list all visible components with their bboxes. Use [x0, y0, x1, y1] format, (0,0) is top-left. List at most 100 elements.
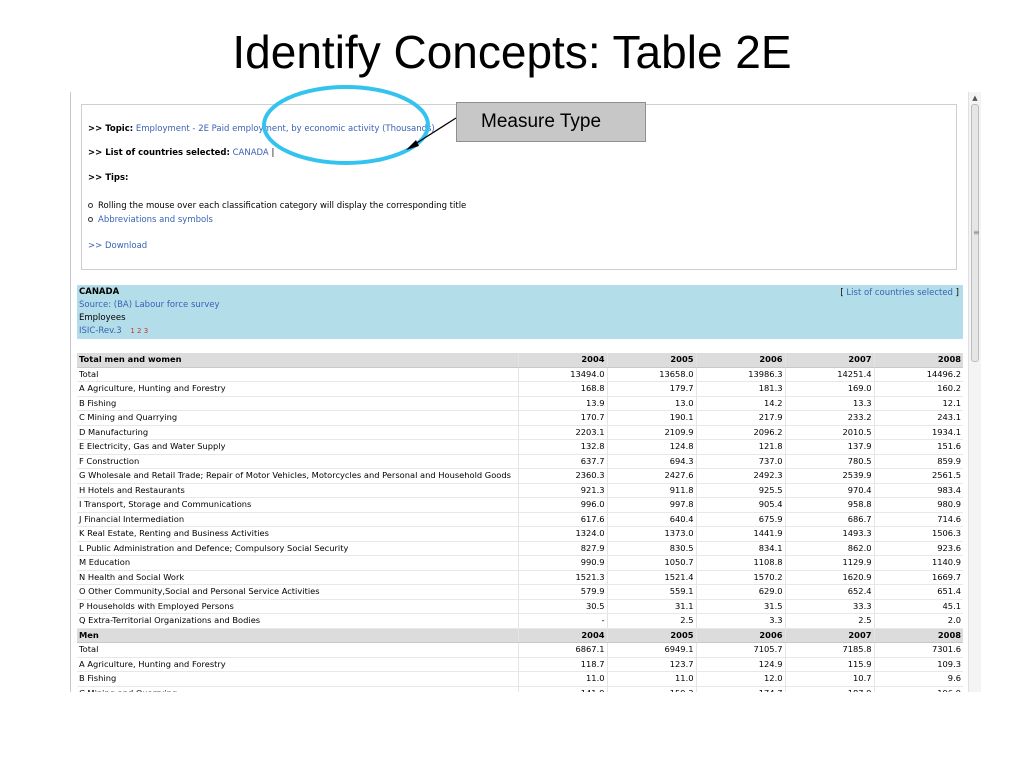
table-row: Total 6867.1 6949.1 7105.7 7185.8 7301.6 [77, 642, 963, 658]
value-cell: 2109.9 [606, 425, 696, 440]
value-cell: 7185.8 [784, 642, 874, 658]
row-label: Q Extra-Territorial Organizations and Bo… [77, 613, 518, 629]
value-cell: 640.4 [606, 512, 696, 527]
section-label: Men [77, 628, 518, 643]
data-table: Total men and women 2004 2005 2006 2007 2008 T… [77, 353, 963, 692]
value-cell: 980.9 [873, 497, 963, 513]
abbreviations-link[interactable]: Abbreviations and symbols [98, 215, 213, 225]
value-cell: 1493.3 [784, 526, 874, 542]
value-cell: 834.1 [695, 541, 785, 556]
page-content: >> Topic: Employment - 2E Paid employmen… [70, 92, 965, 692]
value-cell: 1934.1 [873, 425, 963, 440]
value-cell: 1140.9 [873, 555, 963, 571]
row-label: Total [77, 367, 518, 382]
value-cell: 30.5 [517, 599, 607, 614]
row-label: B Fishing [77, 671, 518, 687]
value-cell: 190.1 [606, 410, 696, 426]
year-header-cell: 2008 [873, 353, 963, 368]
table-row: D Manufacturing 2203.1 2109.9 2096.2 2010.5 1… [77, 425, 963, 440]
value-cell: 983.4 [873, 483, 963, 498]
year-header-cell: 2008 [873, 628, 963, 643]
download-line: >> Download [88, 240, 147, 252]
value-cell: 7301.6 [873, 642, 963, 658]
bullet-icon [88, 217, 93, 222]
value-cell: - [517, 613, 607, 629]
value-cell: 6867.1 [517, 642, 607, 658]
value-cell: 1570.2 [695, 570, 785, 585]
topic-link[interactable]: Employment - 2E Paid employment, by econ… [136, 124, 435, 134]
table-row: A Agriculture, Hunting and Forestry 168.8… [77, 381, 963, 397]
value-cell: 115.9 [784, 657, 874, 672]
value-cell: 2.0 [873, 613, 963, 629]
table-row: J Financial Intermediation 617.6 640.4 675.… [77, 512, 963, 527]
value-cell: 737.0 [695, 454, 785, 469]
value-cell: 118.7 [517, 657, 607, 672]
value-cell: 6949.1 [606, 642, 696, 658]
value-cell: 2203.1 [517, 425, 607, 440]
vertical-scrollbar[interactable]: ▲ ≡ [968, 92, 981, 692]
value-cell: 1108.8 [695, 555, 785, 571]
value-cell: 179.7 [606, 381, 696, 397]
value-cell: 1373.0 [606, 526, 696, 542]
value-cell: 160.2 [873, 381, 963, 397]
value-cell: 217.9 [695, 410, 785, 426]
year-header-cell: 2007 [784, 628, 874, 643]
row-label: C Mining and Quarrying [77, 410, 518, 426]
value-cell: 958.8 [784, 497, 874, 513]
value-cell: 970.4 [784, 483, 874, 498]
scroll-up-arrow-icon[interactable]: ▲ [969, 94, 981, 102]
value-cell: 827.9 [517, 541, 607, 556]
value-cell: 651.4 [873, 584, 963, 600]
measure-label: Employees [79, 313, 126, 323]
value-cell: 2010.5 [784, 425, 874, 440]
value-cell: 2360.3 [517, 468, 607, 484]
tip-item-rollover: Rolling the mouse over each classificati… [88, 200, 466, 212]
row-label: F Construction [77, 454, 518, 469]
year-header-cell: 2005 [606, 353, 696, 368]
tips-line: >> Tips: [88, 172, 128, 184]
value-cell: 990.9 [517, 555, 607, 571]
value-cell: 1521.3 [517, 570, 607, 585]
list-countries-selected: [ List of countries selected ] [840, 287, 959, 299]
scroll-thumb[interactable]: ≡ [971, 104, 980, 362]
row-label: K Real Estate, Renting and Business Acti… [77, 526, 518, 542]
measure-type-callout: Measure Type [456, 102, 646, 142]
year-header-cell: 2004 [517, 353, 607, 368]
table-row: K Real Estate, Renting and Business Acti… [77, 526, 963, 542]
year-header-cell: 2006 [695, 628, 785, 643]
value-cell: 151.6 [873, 439, 963, 455]
table-section-header: Total men and women 2004 2005 2006 2007 2008 [77, 353, 963, 368]
row-label: P Households with Employed Persons [77, 599, 518, 614]
row-label: C Mining and Quarrying [77, 686, 518, 692]
table-row: B Fishing 13.9 13.0 14.2 13.3 12.1 [77, 396, 963, 411]
source-link[interactable]: Source: (BA) Labour force survey [79, 300, 220, 310]
table-row: A Agriculture, Hunting and Forestry 118.7… [77, 657, 963, 672]
download-link[interactable]: >> Download [88, 241, 147, 251]
value-cell: 13658.0 [606, 367, 696, 382]
table-row: Q Extra-Territorial Organizations and Bo… [77, 613, 963, 629]
table-section-header: Men 2004 2005 2006 2007 2008 [77, 628, 963, 643]
value-cell: 923.6 [873, 541, 963, 556]
value-cell: 579.9 [517, 584, 607, 600]
footnote-links[interactable]: 1 2 3 [130, 327, 148, 335]
bracket-close: ] [955, 288, 959, 298]
value-cell: 1050.7 [606, 555, 696, 571]
year-header-cell: 2005 [606, 628, 696, 643]
slide-title: Identify Concepts: Table 2E [232, 26, 792, 78]
table-row: N Health and Social Work 1521.3 1521.4 1570… [77, 570, 963, 585]
value-cell: 559.1 [606, 584, 696, 600]
classification-link[interactable]: ISIC-Rev.3 [79, 326, 122, 336]
list-countries-link[interactable]: List of countries selected [846, 288, 953, 298]
value-cell: 13.0 [606, 396, 696, 411]
table-row: B Fishing 11.0 11.0 12.0 10.7 9.6 [77, 671, 963, 687]
value-cell: 12.1 [873, 396, 963, 411]
value-cell: 132.8 [517, 439, 607, 455]
value-cell: 10.7 [784, 671, 874, 687]
value-cell: 123.7 [606, 657, 696, 672]
table-row: H Hotels and Restaurants 921.3 911.8 925.5 9… [77, 483, 963, 498]
value-cell: 1129.9 [784, 555, 874, 571]
topic-line: >> Topic: Employment - 2E Paid employmen… [88, 123, 435, 135]
country-link[interactable]: CANADA [233, 148, 269, 158]
value-cell: 9.6 [873, 671, 963, 687]
row-label: G Wholesale and Retail Trade; Repair of … [77, 468, 518, 484]
